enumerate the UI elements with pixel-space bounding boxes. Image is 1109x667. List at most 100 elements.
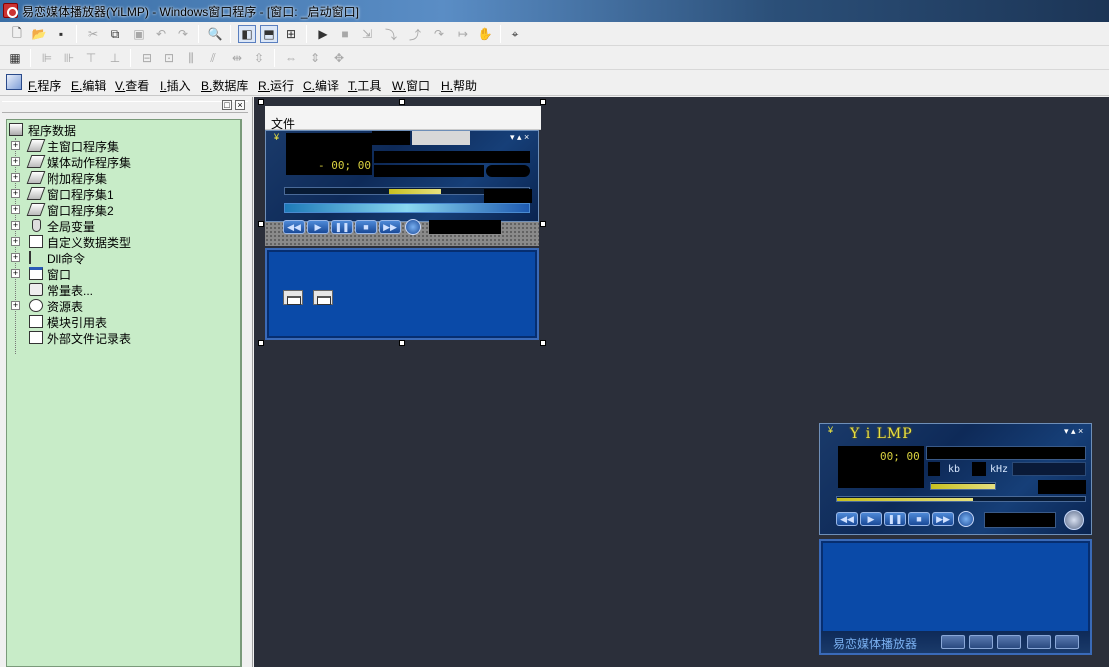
window-controls[interactable]: ▾ ▴ × [1064,426,1083,437]
same-size-h-icon[interactable]: ⇔ [282,49,300,67]
pause-button[interactable]: ❚❚ [884,512,906,526]
close-panel-button[interactable]: × [235,100,245,110]
space-vertical-icon[interactable]: ⇳ [250,49,268,67]
volume-slider[interactable] [930,482,996,490]
layout-left-icon[interactable]: ◧ [238,25,256,43]
align-bottom-icon[interactable]: ⊥ [106,49,124,67]
menu-program[interactable]: F.程序 [28,77,61,94]
align-right-icon[interactable]: ⊪ [60,49,78,67]
binoculars-icon[interactable]: ⌖ [506,25,524,43]
layout-top-icon[interactable]: ⬒ [260,25,278,43]
menu-help[interactable]: H.帮助 [441,77,477,94]
playlist-options-button[interactable] [1055,635,1079,649]
align-left-icon[interactable]: ⊫ [38,49,56,67]
menu-window[interactable]: W.窗口 [392,77,430,94]
eject-button[interactable] [958,511,974,527]
playlist-delete-button[interactable] [1027,635,1051,649]
step-over-icon[interactable]: ↷ [430,25,448,43]
playlist-open-button[interactable] [941,635,965,649]
prev-button[interactable]: ◀◀ [836,512,858,526]
playlist-area[interactable]: 易恋媒体播放器 [819,539,1092,655]
menu-view[interactable]: V.查看 [115,77,149,94]
menu-database[interactable]: B.数据库 [201,77,248,94]
collapse-icon[interactable]: ¥ [274,132,279,142]
form-control-icon[interactable] [313,290,333,305]
resize-handle[interactable] [540,221,546,227]
next-button[interactable]: ▶▶ [379,220,401,234]
stop-button[interactable]: ■ [908,512,930,526]
space-horizontal-icon[interactable]: ⇹ [228,49,246,67]
expand-icon[interactable]: + [11,221,20,230]
menu-insert[interactable]: I.插入 [160,77,191,94]
same-size-icon[interactable]: ✥ [330,49,348,67]
resize-handle[interactable] [258,340,264,346]
resource-table-icon [29,299,43,312]
resize-handle[interactable] [540,340,546,346]
resize-handle[interactable] [399,99,405,105]
expand-icon[interactable]: + [11,269,20,278]
play-button[interactable]: ▶ [307,220,329,234]
stop-icon[interactable]: ■ [336,25,354,43]
same-size-v-icon[interactable]: ⇕ [306,49,324,67]
prev-button[interactable]: ◀◀ [283,220,305,234]
menu-compile[interactable]: C.编译 [303,77,339,94]
yilmp-player-window[interactable]: ¥ Y i LMP ▾ ▴ × 00; 00 kb kHz ◀◀ ▶ ❚❚ ■ … [819,423,1092,655]
window-controls[interactable]: ▾ ▴ × [510,132,529,143]
step-into-icon[interactable]: ⤵ [382,25,400,43]
collapse-icon[interactable]: ¥ [828,425,833,435]
copy-icon[interactable]: ⧉ [106,25,124,43]
program-set-icon [26,203,46,216]
resize-handle[interactable] [540,99,546,105]
redo-icon[interactable]: ↷ [174,25,192,43]
program-data-tree[interactable]: 程序数据 + 主窗口程序集 + 媒体动作程序集 + 附加程序集 + 窗口程序集1… [6,119,242,667]
seek-bar[interactable] [836,496,1086,502]
expand-icon[interactable]: + [11,237,20,246]
save-icon[interactable]: ▪ [52,25,70,43]
open-folder-icon[interactable]: 📂 [30,25,48,43]
align-top-icon[interactable]: ⊤ [82,49,100,67]
expand-icon[interactable]: + [11,189,20,198]
pin-panel-button[interactable]: □ [222,100,232,110]
document-menu-icon[interactable] [6,74,22,90]
hand-icon[interactable]: ✋ [476,25,494,43]
title-display [372,131,410,145]
expand-icon[interactable]: + [11,253,20,262]
next-button[interactable]: ▶▶ [932,512,954,526]
expand-icon[interactable]: + [11,173,20,182]
resize-handle[interactable] [258,221,264,227]
run-to-cursor-icon[interactable]: ↦ [454,25,472,43]
step-icon[interactable]: ⇲ [358,25,376,43]
startup-window-form[interactable]: 文件 ¥ - 00; 00 ▾ ▴ × ◀◀ ▶ ❚❚ ■ ▶▶ [258,99,546,346]
step-out-icon[interactable]: ⤴ [406,25,424,43]
eject-button[interactable] [405,219,421,235]
center-horizontal-icon[interactable]: ⊟ [138,49,156,67]
menu-tools[interactable]: T.工具 [348,77,381,94]
find-icon[interactable]: 🔍 [206,25,224,43]
expand-icon[interactable]: + [11,301,20,310]
expand-icon[interactable]: + [11,157,20,166]
layout-grid-icon[interactable]: ⊞ [282,25,300,43]
menu-edit[interactable]: E.编辑 [71,77,106,94]
pause-button[interactable]: ❚❚ [331,220,353,234]
center-vertical-icon[interactable]: ⊡ [160,49,178,67]
playlist-area[interactable] [265,248,539,340]
undo-icon[interactable]: ↶ [152,25,170,43]
expand-icon[interactable]: + [11,205,20,214]
new-file-icon[interactable]: 🗋 [8,25,26,43]
stop-button[interactable]: ■ [355,220,377,234]
resize-handle[interactable] [258,99,264,105]
playlist-add-button[interactable] [969,635,993,649]
run-icon[interactable]: ▶ [314,25,332,43]
paste-icon[interactable]: ▣ [130,25,148,43]
form-control-icon[interactable] [283,290,303,305]
menu-run[interactable]: R.运行 [258,77,294,94]
playlist-remove-button[interactable] [997,635,1021,649]
settings-knob-icon[interactable] [1064,510,1084,530]
expand-icon[interactable]: + [11,141,20,150]
same-height-icon[interactable]: ⫽ [204,49,222,67]
cut-icon[interactable]: ✂ [84,25,102,43]
play-button[interactable]: ▶ [860,512,882,526]
calculator-icon[interactable]: ▦ [6,49,24,67]
resize-handle[interactable] [399,340,405,346]
same-width-icon[interactable]: ⫼ [182,49,200,67]
